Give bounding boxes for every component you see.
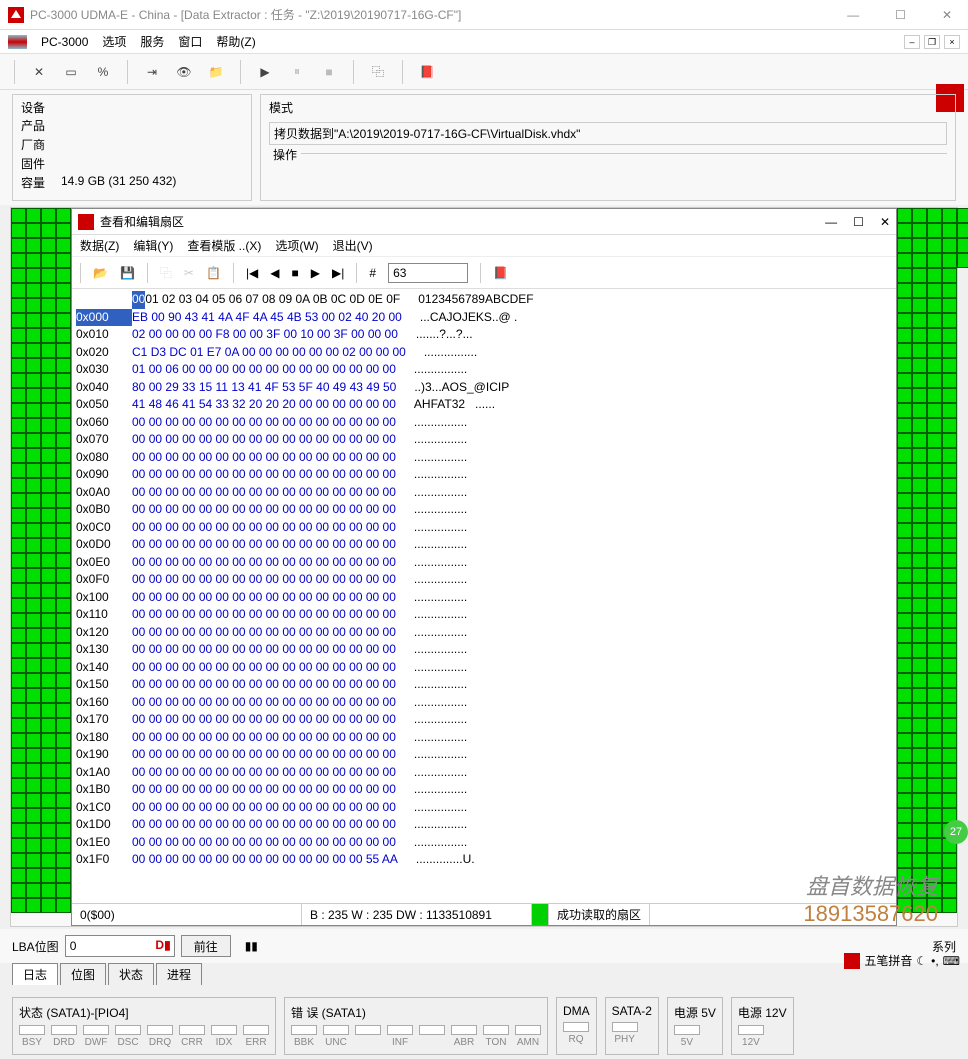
copy-icon[interactable]: ⿻: [366, 60, 390, 84]
tab-process[interactable]: 进程: [156, 963, 202, 985]
main-toolbar: ✕ ▭ % ⇥ 👁 📁 ▶ ⏸ ■ ⿻ 📕: [0, 54, 968, 90]
hex-menu-data[interactable]: 数据(Z): [80, 237, 119, 254]
info-panel: 设备 产品 厂商 固件 容量14.9 GB (31 250 432) 模式 拷贝…: [0, 90, 968, 205]
hex-window-title: 查看和编辑扇区: [100, 213, 825, 230]
last-icon[interactable]: ▶|: [332, 266, 344, 280]
watermark-text: 盘首数据恢复: [803, 869, 938, 901]
open-icon[interactable]: 📂: [93, 266, 108, 280]
hex-minimize-button[interactable]: —: [825, 215, 837, 229]
cut-icon[interactable]: ✂: [184, 266, 194, 280]
sector-map-right[interactable]: [897, 208, 957, 926]
main-menubar: PC-3000 选项 服务 窗口 帮助(Z) – ❐ ×: [0, 30, 968, 54]
app-icon: [8, 7, 24, 23]
menu-window[interactable]: 窗口: [178, 33, 202, 50]
ime-moon-icon: ☾: [916, 954, 927, 968]
watermark-phone: 18913587620: [803, 901, 938, 927]
binoculars-icon[interactable]: 👁: [172, 60, 196, 84]
main-titlebar: PC-3000 UDMA-E - China - [Data Extractor…: [0, 0, 968, 30]
maximize-button[interactable]: ☐: [887, 8, 914, 22]
status-panels: 状态 (SATA1)-[PIO4]BSYDRDDWFDSCDRQCRRIDXER…: [0, 993, 968, 1059]
hex-maximize-button[interactable]: ☐: [853, 215, 864, 229]
hex-view[interactable]: 00 01 02 03 04 05 06 07 08 09 0A 0B 0C 0…: [72, 289, 896, 903]
ime-bar[interactable]: 五笔拼音 ☾ •, ⌨: [844, 952, 960, 969]
hex-app-icon: [78, 214, 94, 230]
device-label: 设备: [21, 99, 243, 116]
next-icon[interactable]: ▶: [311, 266, 320, 280]
hex-menu-template[interactable]: 查看模版 ..(X): [187, 237, 261, 254]
hex-menu-options[interactable]: 选项(W): [275, 237, 318, 254]
status-group-p12v: 电源 12V12V: [731, 997, 794, 1055]
mode-value: 拷贝数据到"A:\2019\2019-0717-16G-CF\VirtualDi…: [274, 125, 580, 142]
exit-icon[interactable]: 📕: [415, 60, 439, 84]
menu-help[interactable]: 帮助(Z): [216, 33, 255, 50]
hex-menu-exit[interactable]: 退出(V): [333, 237, 373, 254]
lba-label: LBA位图: [12, 938, 59, 955]
mdi-close-button[interactable]: ×: [944, 35, 960, 49]
lba-bar: LBA位图 D▮ 前往 ▮▮ 系列: [0, 929, 968, 963]
hex-menu-edit[interactable]: 编辑(Y): [133, 237, 173, 254]
status-group-dma: DMARQ: [556, 997, 597, 1055]
capacity-value: 14.9 GB (31 250 432): [61, 174, 176, 191]
paste-icon[interactable]: 📋: [206, 266, 221, 280]
status-group-p5v: 电源 5V5V: [667, 997, 723, 1055]
pause-icon[interactable]: ▮▮: [245, 939, 258, 953]
lba-flag-icon: D▮: [155, 938, 170, 952]
sector-map-left[interactable]: [11, 208, 71, 926]
stop-icon[interactable]: ■: [317, 60, 341, 84]
sector-input[interactable]: [388, 263, 468, 283]
hex-menubar: 数据(Z) 编辑(Y) 查看模版 ..(X) 选项(W) 退出(V): [72, 235, 896, 257]
hex-status-offset: 0($00): [72, 904, 302, 925]
window-title: PC-3000 UDMA-E - China - [Data Extractor…: [30, 6, 839, 23]
vendor-label: 厂商: [21, 136, 61, 153]
status-group-sata2: SATA-2PHY: [605, 997, 659, 1055]
minimize-button[interactable]: —: [839, 8, 867, 22]
hex-statusbar: 0($00) B : 235 W : 235 DW : 1133510891 成…: [72, 903, 896, 925]
hex-close-button[interactable]: ✕: [880, 215, 890, 229]
device-icon[interactable]: ▭: [59, 60, 83, 84]
ime-keyboard-icon: ⌨: [943, 954, 960, 968]
tab-bitmap[interactable]: 位图: [60, 963, 106, 985]
pause-icon[interactable]: ⏸: [285, 60, 309, 84]
copy-icon[interactable]: ⿻: [160, 264, 172, 281]
goto-icon[interactable]: #: [369, 266, 376, 280]
hex-editor-window: 查看和编辑扇区 — ☐ ✕ 数据(Z) 编辑(Y) 查看模版 ..(X) 选项(…: [71, 208, 897, 926]
sector-map-area: 查看和编辑扇区 — ☐ ✕ 数据(Z) 编辑(Y) 查看模版 ..(X) 选项(…: [10, 207, 958, 927]
product-label: 产品: [21, 117, 61, 134]
go-button[interactable]: 前往: [181, 935, 231, 957]
hex-toolbar: 📂 💾 ⿻ ✂ 📋 |◀ ◀ ■ ▶ ▶| # 📕: [72, 257, 896, 289]
stop-icon[interactable]: ■: [292, 266, 299, 280]
percent-icon[interactable]: %: [91, 60, 115, 84]
mdi-minimize-button[interactable]: –: [904, 35, 920, 49]
bottom-tabs: 日志 位图 状态 进程: [0, 963, 968, 985]
operation-label: 操作: [269, 146, 301, 163]
folder-icon[interactable]: 📁: [204, 60, 228, 84]
status-group-sata1: 状态 (SATA1)-[PIO4]BSYDRDDWFDSCDRQCRRIDXER…: [12, 997, 276, 1055]
tools-icon[interactable]: ✕: [27, 60, 51, 84]
watermark: 盘首数据恢复 18913587620: [803, 869, 938, 927]
ime-label: 五笔拼音: [864, 952, 912, 969]
ime-dot-icon: •,: [931, 954, 939, 968]
notification-badge[interactable]: 27: [944, 820, 968, 844]
hex-exit-icon[interactable]: 📕: [493, 266, 508, 280]
hex-status-message: 成功读取的扇区: [549, 904, 650, 925]
ime-icon: [844, 953, 860, 969]
toolbar-icon: [8, 35, 27, 49]
prev-icon[interactable]: ◀: [270, 266, 279, 280]
mdi-restore-button[interactable]: ❐: [924, 35, 940, 49]
mode-label: 模式: [269, 99, 947, 116]
firmware-label: 固件: [21, 155, 61, 172]
save-icon[interactable]: 💾: [120, 266, 135, 280]
menu-pc3000[interactable]: PC-3000: [41, 35, 88, 49]
first-icon[interactable]: |◀: [246, 266, 258, 280]
tab-log[interactable]: 日志: [12, 963, 58, 985]
export-icon[interactable]: ⇥: [140, 60, 164, 84]
tab-status[interactable]: 状态: [108, 963, 154, 985]
status-group-err: 错 误 (SATA1)BBKUNCINFABRTONAMN: [284, 997, 548, 1055]
capacity-label: 容量: [21, 174, 61, 191]
close-button[interactable]: ✕: [934, 8, 960, 22]
menu-service[interactable]: 服务: [140, 33, 164, 50]
hex-status-bwdw: B : 235 W : 235 DW : 1133510891: [302, 904, 532, 925]
menu-options[interactable]: 选项: [102, 33, 126, 50]
play-icon[interactable]: ▶: [253, 60, 277, 84]
